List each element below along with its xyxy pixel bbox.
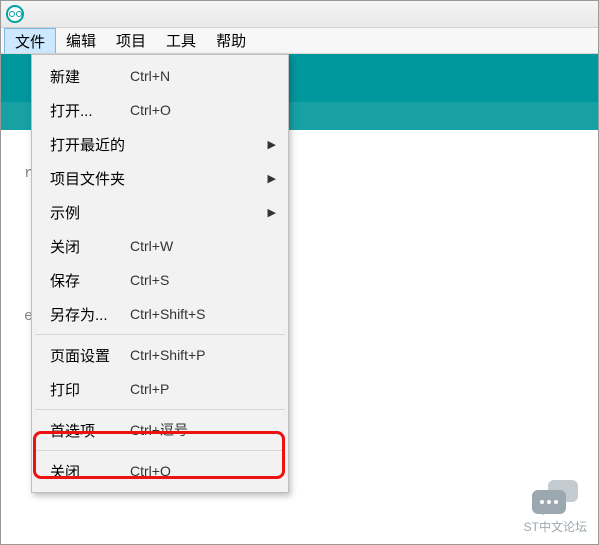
- menu-item-open[interactable]: 打开...Ctrl+O: [34, 93, 286, 127]
- menubar-item-help[interactable]: 帮助: [206, 28, 256, 53]
- file-menu-dropdown: 新建Ctrl+N 打开...Ctrl+O 打开最近的▶ 项目文件夹▶ 示例▶ 关…: [31, 54, 289, 493]
- menubar-item-sketch[interactable]: 项目: [106, 28, 156, 53]
- title-bar: [0, 0, 599, 28]
- menubar-item-file[interactable]: 文件: [4, 28, 56, 53]
- submenu-arrow-icon: ▶: [268, 206, 276, 219]
- watermark: ST中文论坛: [524, 480, 587, 535]
- menu-separator: [35, 409, 285, 410]
- menu-separator: [35, 450, 285, 451]
- menu-item-quit[interactable]: 关闭Ctrl+Q: [34, 454, 286, 488]
- arduino-app-icon: [6, 5, 24, 23]
- menu-item-new[interactable]: 新建Ctrl+N: [34, 59, 286, 93]
- menu-item-print[interactable]: 打印Ctrl+P: [34, 372, 286, 406]
- submenu-arrow-icon: ▶: [268, 138, 276, 151]
- menu-item-save[interactable]: 保存Ctrl+S: [34, 263, 286, 297]
- menu-item-examples[interactable]: 示例▶: [34, 195, 286, 229]
- menu-item-save-as[interactable]: 另存为...Ctrl+Shift+S: [34, 297, 286, 331]
- watermark-text: ST中文论坛: [524, 518, 587, 535]
- chat-bubble-icon: [532, 480, 578, 514]
- menu-item-sketchbook[interactable]: 项目文件夹▶: [34, 161, 286, 195]
- menu-item-open-recent[interactable]: 打开最近的▶: [34, 127, 286, 161]
- menu-item-preferences[interactable]: 首选项Ctrl+逗号: [34, 413, 286, 447]
- menu-item-close[interactable]: 关闭Ctrl+W: [34, 229, 286, 263]
- menubar-item-tools[interactable]: 工具: [156, 28, 206, 53]
- menu-item-page-setup[interactable]: 页面设置Ctrl+Shift+P: [34, 338, 286, 372]
- submenu-arrow-icon: ▶: [268, 172, 276, 185]
- menu-separator: [35, 334, 285, 335]
- menu-bar: 文件 编辑 项目 工具 帮助: [0, 28, 599, 54]
- menubar-item-edit[interactable]: 编辑: [56, 28, 106, 53]
